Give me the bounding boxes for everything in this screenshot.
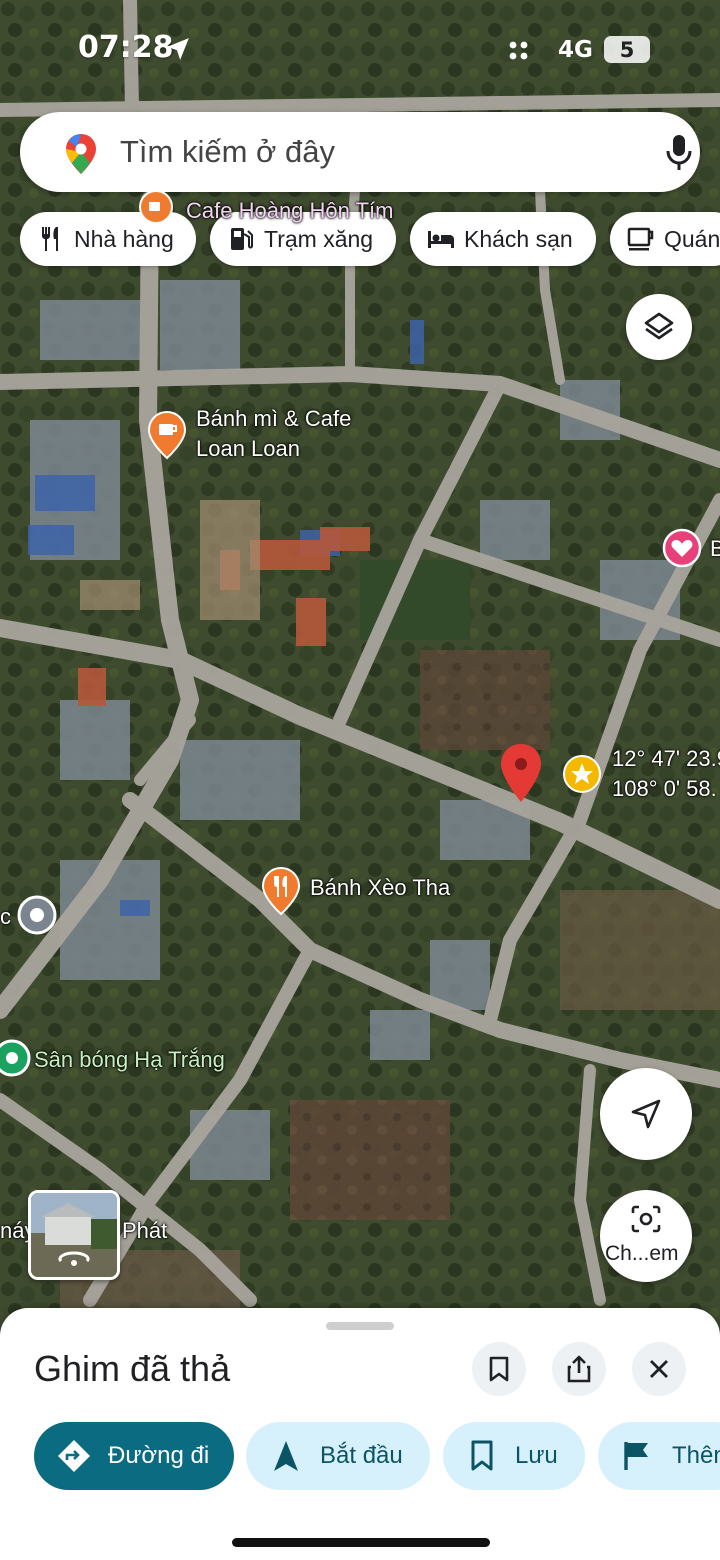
navigation-icon (274, 1441, 298, 1471)
bookmark-icon (471, 1440, 493, 1471)
search-bar[interactable]: Tìm kiếm ở đây (20, 112, 700, 192)
signal-icon (509, 41, 528, 60)
coordinates-lng: 108° 0' 58. (612, 776, 717, 801)
poi-label-phat[interactable]: Phát (122, 1216, 167, 1246)
star-marker-icon[interactable] (562, 754, 602, 794)
save-label: Lưu (515, 1442, 558, 1469)
street-view-thumbnail[interactable] (28, 1190, 120, 1280)
sheet-drag-handle[interactable] (326, 1322, 394, 1330)
close-button[interactable] (632, 1342, 686, 1396)
cafe-marker-icon[interactable] (146, 410, 188, 460)
coordinates-lat: 12° 47' 23.9 (612, 746, 720, 771)
heart-marker-icon[interactable] (662, 528, 702, 568)
microphone-icon[interactable] (664, 132, 694, 172)
save-icon-button[interactable] (472, 1342, 526, 1396)
layers-icon (644, 312, 674, 340)
stadium-marker-icon[interactable] (0, 1038, 32, 1078)
start-button[interactable]: Bắt đầu (246, 1422, 430, 1490)
sheet-title: Ghim đã thả (34, 1348, 231, 1389)
chip-label: Quán (664, 225, 720, 252)
dropped-pin-icon[interactable] (498, 742, 544, 804)
place-marker-icon[interactable] (16, 894, 58, 936)
lens-button[interactable] (600, 1190, 692, 1282)
poi-label-banh-mi-cafe-line1[interactable]: Bánh mì & Cafe (196, 404, 351, 434)
status-bar: 07:28 4G 5 (0, 0, 720, 100)
poi-label-c[interactable]: c (0, 902, 11, 932)
flag-icon (624, 1442, 648, 1470)
network-type: 4G (558, 37, 593, 63)
chip-label: Trạm xăng (264, 225, 374, 252)
battery-level: 5 (619, 37, 635, 62)
cafe-icon (627, 227, 654, 251)
google-maps-logo-icon (66, 134, 96, 174)
hotel-icon (428, 231, 454, 248)
poi-label-b[interactable]: B (710, 534, 720, 564)
start-label: Bắt đầu (320, 1442, 403, 1469)
location-arrow-icon (167, 38, 189, 60)
gas-station-icon (231, 228, 253, 250)
lens-label[interactable]: Ch...em (605, 1242, 679, 1266)
home-indicator[interactable] (232, 1538, 490, 1547)
chip-label: Khách sạn (464, 225, 573, 252)
chip-hotels[interactable]: Khách sạn (410, 212, 596, 266)
cafe-marker-icon[interactable] (136, 190, 176, 224)
my-location-button[interactable] (600, 1068, 692, 1160)
camera-lens-icon (631, 1205, 661, 1233)
restaurant-marker-icon[interactable] (260, 866, 302, 916)
poi-label-cafe-hoang-hon-tim[interactable]: Cafe Hoàng Hôn Tím (186, 196, 393, 226)
chip-cafes[interactable]: Quán (610, 212, 720, 266)
close-icon (650, 1360, 668, 1378)
poi-label-san-bong-ha-trang[interactable]: Sân bóng Hạ Trắng (34, 1045, 225, 1075)
place-sheet[interactable]: Ghim đã thả Đường đi Bắt đầu Lưu Thê (0, 1308, 720, 1560)
search-input[interactable]: Tìm kiếm ở đây (120, 134, 335, 170)
navigation-arrow-icon (631, 1099, 661, 1129)
more-button[interactable]: Thên (598, 1422, 720, 1490)
poi-label-banh-xeo-tha[interactable]: Bánh Xèo Tha (310, 873, 450, 903)
more-label: Thên (672, 1442, 720, 1469)
restaurant-icon (42, 227, 58, 251)
poi-label-banh-mi-cafe-line2[interactable]: Loan Loan (196, 434, 300, 464)
directions-label: Đường đi (108, 1442, 210, 1469)
status-time: 07:28 (78, 30, 174, 65)
street-view-photo (31, 1193, 117, 1277)
directions-button[interactable]: Đường đi (34, 1422, 234, 1490)
bookmark-icon (489, 1356, 509, 1382)
chip-label: Nhà hàng (74, 225, 174, 252)
share-button[interactable] (552, 1342, 606, 1396)
save-button[interactable]: Lưu (443, 1422, 585, 1490)
directions-icon (58, 1440, 90, 1472)
battery-icon: 5 (604, 36, 650, 63)
share-icon (567, 1355, 591, 1383)
layers-button[interactable] (626, 294, 692, 360)
